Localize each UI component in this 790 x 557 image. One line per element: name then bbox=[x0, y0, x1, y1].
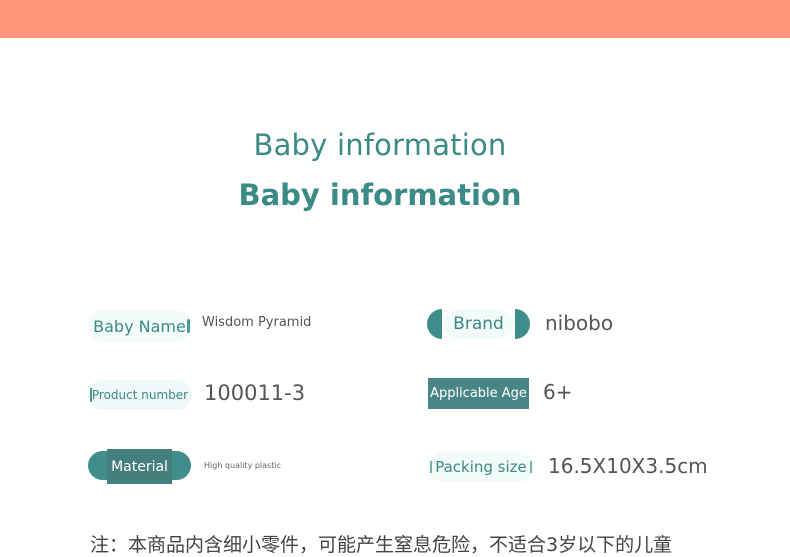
section-title-bold: Baby information bbox=[238, 178, 522, 212]
brand-left-cap bbox=[427, 309, 442, 339]
material-label: Material bbox=[88, 449, 192, 484]
packing-size-label: Packing size bbox=[428, 452, 534, 482]
section-title: Baby information bbox=[253, 128, 507, 162]
brand-label-text: Brand bbox=[444, 309, 513, 339]
product-number-value: 100011-3 bbox=[204, 381, 306, 405]
material-label-text: Material bbox=[107, 449, 172, 484]
applicable-age-value: 6+ bbox=[543, 380, 573, 404]
brand-value: nibobo bbox=[545, 311, 614, 335]
packing-size-value: 16.5X10X3.5cm bbox=[548, 454, 708, 478]
header-bar bbox=[0, 0, 790, 38]
baby-name-value: Wisdom Pyramid bbox=[202, 315, 312, 330]
brand-right-cap bbox=[515, 309, 530, 339]
applicable-age-label: Applicable Age bbox=[428, 378, 529, 409]
baby-name-label: Baby Name bbox=[88, 310, 191, 342]
brand-label: Brand bbox=[427, 309, 530, 339]
material-value: High quality plastic bbox=[204, 461, 281, 470]
product-number-label: Product number bbox=[88, 380, 192, 410]
safety-note: 注：本商品内含细小零件，可能产生窒息危险，不适合3岁以下的儿童 bbox=[90, 534, 673, 556]
